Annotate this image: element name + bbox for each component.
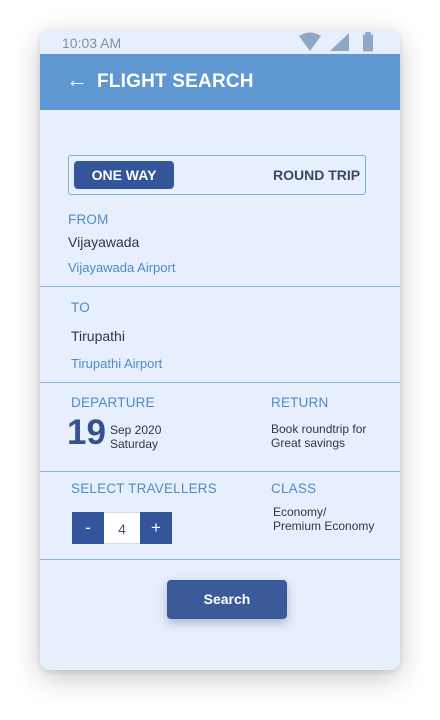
one-way-option[interactable]: ONE WAY (74, 161, 174, 189)
return-promo-line1[interactable]: Book roundtrip for (271, 422, 366, 436)
search-button[interactable]: Search (167, 580, 287, 619)
class-line2[interactable]: Premium Economy (273, 519, 374, 533)
to-airport: Tirupathi Airport (71, 356, 163, 371)
to-label: TO (71, 300, 90, 315)
status-bar: 10:03 AM (40, 30, 400, 54)
travellers-label: SELECT TRAVELLERS (71, 481, 217, 496)
class-label: CLASS (271, 481, 317, 496)
round-trip-option[interactable]: ROUND TRIP (273, 161, 360, 189)
travellers-count[interactable]: 4 (104, 512, 140, 544)
divider (40, 286, 400, 287)
divider (40, 559, 400, 560)
trip-type-toggle: ONE WAY ROUND TRIP (68, 155, 366, 195)
to-city[interactable]: Tirupathi (71, 328, 125, 344)
increment-button[interactable]: + (140, 512, 172, 544)
phone-frame: 10:03 AM ← FLIGHT SEARCH ONE WAY ROUND T… (40, 30, 400, 670)
return-label: RETURN (271, 395, 329, 410)
decrement-button[interactable]: - (72, 512, 104, 544)
return-promo-line2[interactable]: Great savings (271, 436, 345, 450)
departure-label: DEPARTURE (71, 395, 155, 410)
class-line1[interactable]: Economy/ (273, 505, 326, 519)
status-time: 10:03 AM (62, 35, 122, 51)
departure-weekday: Saturday (110, 437, 159, 451)
divider (40, 471, 400, 472)
from-city[interactable]: Vijayawada (68, 234, 139, 250)
departure-month-year: Sep 2020 (110, 423, 162, 437)
from-label: FROM (68, 212, 109, 227)
from-airport: Vijayawada Airport (68, 260, 176, 275)
app-header: ← FLIGHT SEARCH (40, 54, 400, 110)
back-arrow-icon[interactable]: ← (66, 67, 88, 93)
page-title: FLIGHT SEARCH (97, 71, 254, 92)
departure-day[interactable]: 19 (67, 415, 106, 451)
divider (40, 382, 400, 383)
